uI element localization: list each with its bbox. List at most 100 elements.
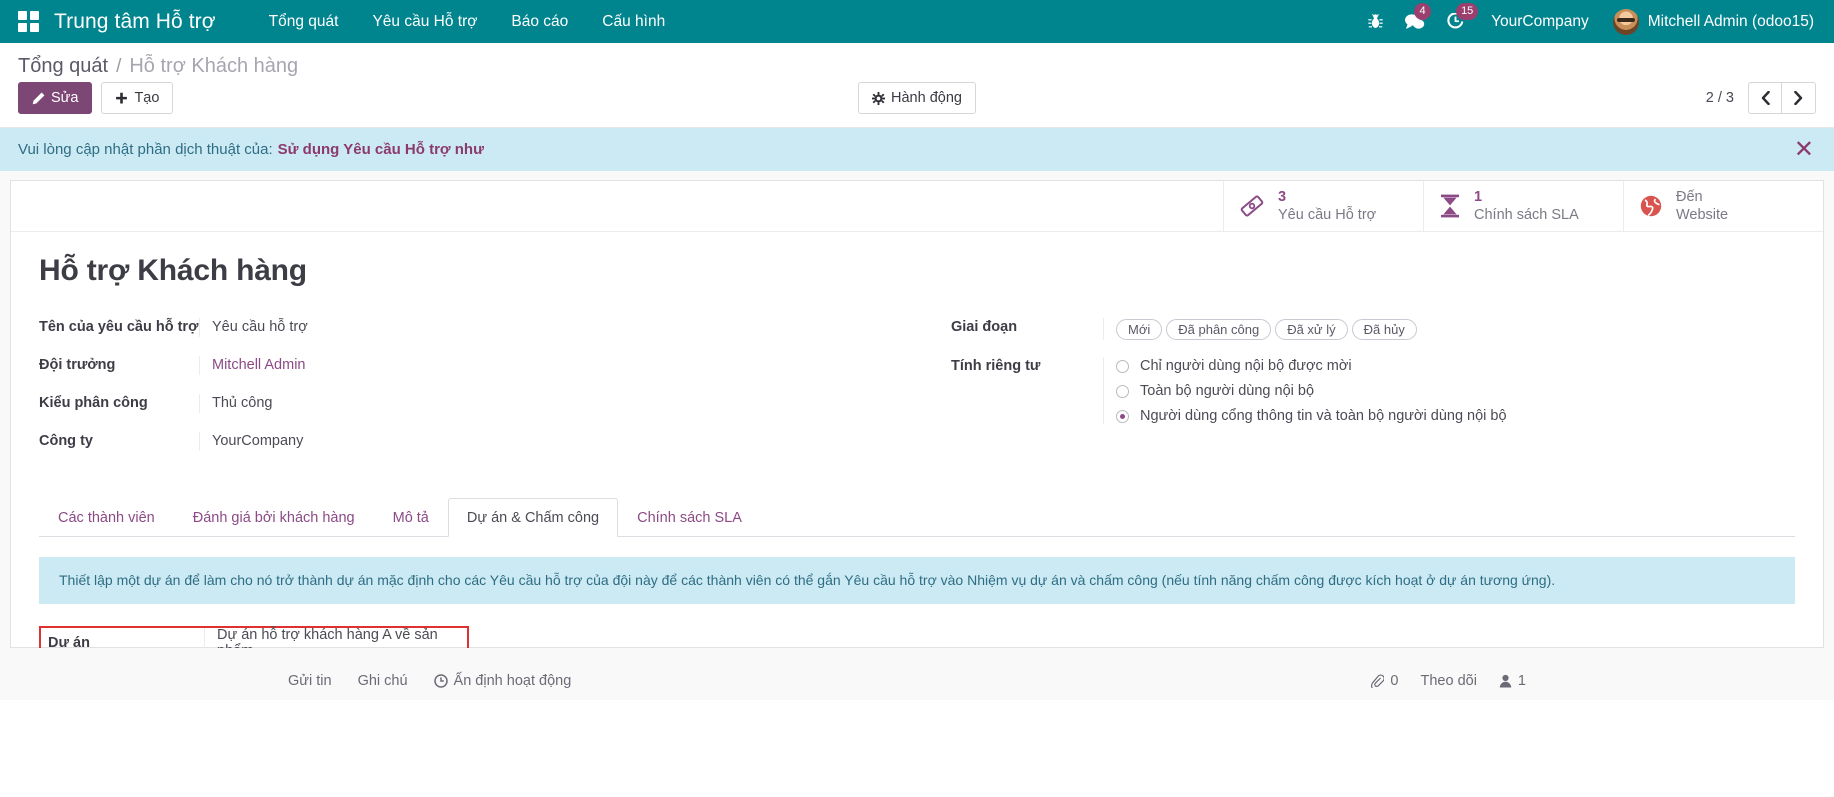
chevron-left-icon — [1760, 91, 1771, 105]
control-panel: Tổng quát / Hỗ trợ Khách hàng Sửa Tạo — [0, 43, 1834, 128]
main-menu: Tổng quát Yêu cầu Hỗ trợ Báo cáo Cấu hìn… — [252, 0, 683, 43]
notebook-page-project-timesheets: Thiết lập một dự án để làm cho nó trở th… — [39, 537, 1795, 648]
attachment-count: 0 — [1390, 673, 1398, 689]
privacy-option-invited-label: Chỉ người dùng nội bộ được mời — [1140, 358, 1352, 374]
chatter-actions: Gửi tin Ghi chú Ấn định hoạt động — [288, 673, 571, 689]
company-switcher[interactable]: YourCompany — [1475, 13, 1605, 31]
radio-icon[interactable] — [1116, 385, 1129, 398]
stage-pill-solved[interactable]: Đã xử lý — [1275, 319, 1347, 340]
stage-pill-assigned[interactable]: Đã phân công — [1166, 319, 1271, 340]
form-sheet: 3 Yêu cầu Hỗ trợ 1 Chính sách SLA — [10, 180, 1824, 648]
stage-pill-cancelled[interactable]: Đã hủy — [1352, 319, 1417, 340]
field-team-leader: Đội trưởng Mitchell Admin — [39, 356, 917, 377]
field-assignment-method: Kiểu phân công Thủ công — [39, 394, 917, 415]
followers-counter[interactable]: 1 — [1499, 673, 1526, 689]
stat-button-tickets[interactable]: 3 Yêu cầu Hỗ trợ — [1223, 181, 1423, 231]
translation-alert-link[interactable]: Sử dụng Yêu cầu Hỗ trợ như — [278, 141, 484, 158]
close-icon[interactable]: ✕ — [1794, 138, 1814, 162]
stage-statusbar: Mới Đã phân công Đã xử lý Đã hủy — [1116, 319, 1795, 340]
field-company-label: Công ty — [39, 432, 199, 449]
stat-button-bar: 3 Yêu cầu Hỗ trợ 1 Chính sách SLA — [11, 181, 1823, 232]
chatter-toolbar: Gửi tin Ghi chú Ấn định hoạt động 0 Theo… — [0, 648, 1834, 700]
control-panel-buttons: Sửa Tạo Hành động — [18, 82, 1816, 127]
field-stage-value: Mới Đã phân công Đã xử lý Đã hủy — [1103, 318, 1795, 340]
stat-sla-value: 1 — [1474, 188, 1579, 206]
systray: 4 15 YourCompany Mitchell Admin (odoo15) — [1357, 0, 1820, 43]
bug-icon[interactable] — [1357, 0, 1394, 43]
field-team-leader-value[interactable]: Mitchell Admin — [199, 356, 917, 375]
create-button[interactable]: Tạo — [101, 82, 173, 114]
user-menu[interactable]: Mitchell Admin (odoo15) — [1605, 9, 1820, 35]
tab-project-timesheets[interactable]: Dự án & Chấm công — [448, 498, 618, 537]
globe-icon — [1640, 195, 1662, 217]
field-stage-label: Giai đoạn — [951, 318, 1103, 335]
stat-sla-label: Chính sách SLA — [1474, 206, 1579, 224]
field-assignment-method-label: Kiểu phân công — [39, 394, 199, 411]
gear-icon — [872, 92, 885, 105]
privacy-option-portal-label: Người dùng cổng thông tin và toàn bộ ngư… — [1140, 408, 1507, 424]
field-project-label: Dự án — [41, 635, 204, 649]
radio-icon[interactable] — [1116, 360, 1129, 373]
breadcrumb-current: Hỗ trợ Khách hàng — [129, 55, 298, 78]
field-project: Dự án Dự án hỗ trợ khách hàng A về sản p… — [39, 626, 469, 648]
stage-pill-new[interactable]: Mới — [1116, 319, 1162, 340]
tab-members[interactable]: Các thành viên — [39, 498, 174, 537]
privacy-option-internal[interactable]: Toàn bộ người dùng nội bộ — [1116, 383, 1795, 399]
app-brand-title[interactable]: Trung tâm Hỗ trợ — [54, 10, 216, 34]
field-company-value[interactable]: YourCompany — [199, 432, 917, 451]
field-stage: Giai đoạn Mới Đã phân công Đã xử lý Đã h… — [951, 318, 1795, 340]
stat-website-label: Website — [1676, 206, 1728, 224]
tab-sla-policies[interactable]: Chính sách SLA — [618, 498, 761, 537]
form-column-left: Tên của yêu cầu hỗ trợ Yêu cầu hỗ trợ Độ… — [39, 318, 917, 470]
pager: 2 / 3 — [1706, 82, 1816, 114]
chevron-right-icon — [1793, 91, 1804, 105]
translation-alert: Vui lòng cập nhật phần dịch thuật của: S… — [0, 128, 1834, 171]
stat-button-website[interactable]: Đến Website — [1623, 181, 1823, 231]
breadcrumb-root[interactable]: Tổng quát — [18, 55, 108, 78]
send-message-button[interactable]: Gửi tin — [288, 673, 332, 689]
action-button[interactable]: Hành động — [858, 82, 976, 114]
edit-button[interactable]: Sửa — [18, 82, 92, 114]
pager-next-button[interactable] — [1782, 82, 1816, 114]
field-project-value[interactable]: Dự án hỗ trợ khách hàng A về sản phẩm — [204, 628, 467, 648]
menu-item-configuration[interactable]: Cấu hình — [585, 0, 682, 43]
user-name: Mitchell Admin (odoo15) — [1648, 13, 1814, 31]
log-note-button[interactable]: Ghi chú — [358, 673, 408, 689]
pager-count: 2 / 3 — [1706, 90, 1734, 106]
plus-icon — [115, 92, 128, 105]
hourglass-icon — [1440, 194, 1460, 218]
notebook-tabs: Các thành viên Đánh giá bởi khách hàng M… — [39, 498, 1795, 537]
tab-description[interactable]: Mô tả — [374, 498, 448, 537]
attachments-counter[interactable]: 0 — [1371, 673, 1398, 689]
stat-button-sla[interactable]: 1 Chính sách SLA — [1423, 181, 1623, 231]
edit-button-label: Sửa — [51, 89, 78, 107]
tab-customer-rating[interactable]: Đánh giá bởi khách hàng — [174, 498, 374, 537]
ticket-icon — [1240, 194, 1264, 218]
radio-icon-selected[interactable] — [1116, 410, 1129, 423]
stat-tickets-value: 3 — [1278, 188, 1376, 206]
messages-icon[interactable]: 4 — [1394, 0, 1436, 43]
schedule-activity-label: Ấn định hoạt động — [454, 673, 572, 689]
pager-previous-button[interactable] — [1748, 82, 1782, 114]
project-info-alert: Thiết lập một dự án để làm cho nó trở th… — [39, 557, 1795, 604]
activities-badge: 15 — [1456, 3, 1478, 20]
menu-item-reporting[interactable]: Báo cáo — [494, 0, 585, 43]
paperclip-icon — [1371, 674, 1384, 688]
follow-button[interactable]: Theo dõi — [1420, 673, 1476, 689]
apps-grid-icon[interactable] — [18, 11, 40, 33]
menu-item-overview[interactable]: Tổng quát — [252, 0, 356, 43]
field-privacy: Tính riêng tư Chỉ người dùng nội bộ được… — [951, 357, 1795, 424]
privacy-radio-group: Chỉ người dùng nội bộ được mời Toàn bộ n… — [1116, 358, 1795, 424]
form-column-right: Giai đoạn Mới Đã phân công Đã xử lý Đã h… — [917, 318, 1795, 470]
field-ticket-name-label: Tên của yêu cầu hỗ trợ — [39, 318, 199, 335]
field-assignment-method-value[interactable]: Thủ công — [199, 394, 917, 413]
field-ticket-name-value[interactable]: Yêu cầu hỗ trợ — [199, 318, 917, 337]
privacy-option-invited[interactable]: Chỉ người dùng nội bộ được mời — [1116, 358, 1795, 374]
privacy-option-portal[interactable]: Người dùng cổng thông tin và toàn bộ ngư… — [1116, 408, 1795, 424]
translation-alert-text: Vui lòng cập nhật phần dịch thuật của: — [18, 141, 273, 158]
clock-activity-icon[interactable]: 15 — [1436, 0, 1475, 43]
field-ticket-name: Tên của yêu cầu hỗ trợ Yêu cầu hỗ trợ — [39, 318, 917, 339]
menu-item-tickets[interactable]: Yêu cầu Hỗ trợ — [355, 0, 494, 43]
schedule-activity-button[interactable]: Ấn định hoạt động — [434, 673, 572, 689]
avatar — [1613, 9, 1639, 35]
